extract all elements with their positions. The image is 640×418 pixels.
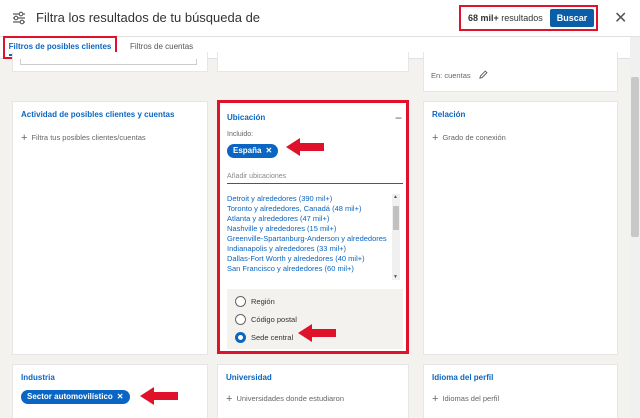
location-suggestions: Detroit y alrededores (390 mil+) Toronto… <box>227 194 391 280</box>
plus-icon: + <box>432 132 439 144</box>
suggestions-scrollbar[interactable]: ▲ ▼ <box>392 194 400 280</box>
collapse-icon[interactable]: − <box>395 111 402 125</box>
account-scope-text: En: cuentas <box>431 70 488 80</box>
location-title: Ubicación <box>227 113 266 122</box>
activity-filter-card[interactable]: Actividad de posibles clientes y cuentas… <box>12 101 208 355</box>
remove-icon[interactable]: ✕ <box>117 392 124 401</box>
list-item[interactable]: Detroit y alrededores (390 mil+) <box>227 194 391 204</box>
list-item[interactable]: Atlanta y alrededores (47 mil+) <box>227 214 391 224</box>
radio-selected-icon[interactable] <box>235 332 246 343</box>
language-action[interactable]: + Idiomas del perfil <box>432 393 499 405</box>
list-item[interactable]: San Francisco y alrededores (60 mil+) <box>227 264 391 274</box>
language-filter-card[interactable]: Idioma del perfil + Idiomas del perfil <box>423 364 618 418</box>
annotation-arrow-icon <box>298 324 336 342</box>
relation-action[interactable]: + Grado de conexión <box>432 132 506 144</box>
list-item[interactable]: Toronto y alrededores, Canadá (48 mil+) <box>227 204 391 214</box>
list-item[interactable]: Indianapolis y alrededores (33 mil+) <box>227 244 391 254</box>
language-title: Idioma del perfil <box>432 373 494 382</box>
radio-icon[interactable] <box>235 296 246 307</box>
add-location-input[interactable]: Añadir ubicaciones <box>227 173 286 180</box>
university-filter-card[interactable]: Universidad + Universidades donde estudia… <box>217 364 409 418</box>
search-button[interactable]: Buscar <box>550 9 594 27</box>
header: Filtra los resultados de tu búsqueda de … <box>0 0 640 37</box>
card-top-middle <box>217 52 409 72</box>
included-label: Incluido: <box>227 131 254 138</box>
activity-action[interactable]: + Filtra tus posibles clientes/cuentas <box>21 132 146 144</box>
results-summary: 68 mil+ resultados Buscar <box>459 5 598 31</box>
university-action[interactable]: + Universidades donde estudiaron <box>226 393 344 405</box>
plus-icon: + <box>432 393 439 405</box>
relation-title: Relación <box>432 110 466 119</box>
radio-icon[interactable] <box>235 314 246 325</box>
page-title: Filtra los resultados de tu búsqueda de <box>36 10 261 25</box>
industry-title: Industria <box>21 373 55 382</box>
plus-icon: + <box>226 393 233 405</box>
list-item[interactable]: Dallas-Fort Worth y alrededores (40 mil+… <box>227 254 391 264</box>
edit-pencil-icon[interactable] <box>478 70 488 79</box>
close-icon[interactable]: ✕ <box>614 8 627 28</box>
annotation-arrow-icon <box>286 138 324 156</box>
scroll-thumb[interactable] <box>393 206 399 230</box>
search-input-stub[interactable] <box>20 59 197 65</box>
included-pill[interactable]: España ✕ <box>227 144 279 158</box>
list-item[interactable]: Nashville y alrededores (15 mil+) <box>227 224 391 234</box>
annotation-arrow-icon <box>140 387 178 405</box>
university-title: Universidad <box>226 373 272 382</box>
input-underline <box>227 183 403 184</box>
activity-title: Actividad de posibles clientes y cuentas <box>21 110 175 119</box>
plus-icon: + <box>21 132 28 144</box>
card-top-right: En: cuentas <box>423 52 618 92</box>
tab-account-filters[interactable]: Filtros de cuentas <box>130 42 193 51</box>
list-item[interactable]: Greenville-Spartanburg-Anderson y alrede… <box>227 234 391 244</box>
page-scroll-thumb[interactable] <box>631 77 639 237</box>
industry-pill[interactable]: Sector automovilístico ✕ <box>21 390 130 404</box>
scroll-down-icon[interactable]: ▼ <box>393 274 398 280</box>
remove-icon[interactable]: ✕ <box>265 146 272 155</box>
results-count: 68 mil+ resultados <box>468 13 543 23</box>
page-scrollbar[interactable] <box>630 37 640 418</box>
scroll-up-icon[interactable]: ▲ <box>393 194 398 200</box>
relation-filter-card[interactable]: Relación + Grado de conexión <box>423 101 618 355</box>
filter-sliders-icon <box>13 11 25 25</box>
